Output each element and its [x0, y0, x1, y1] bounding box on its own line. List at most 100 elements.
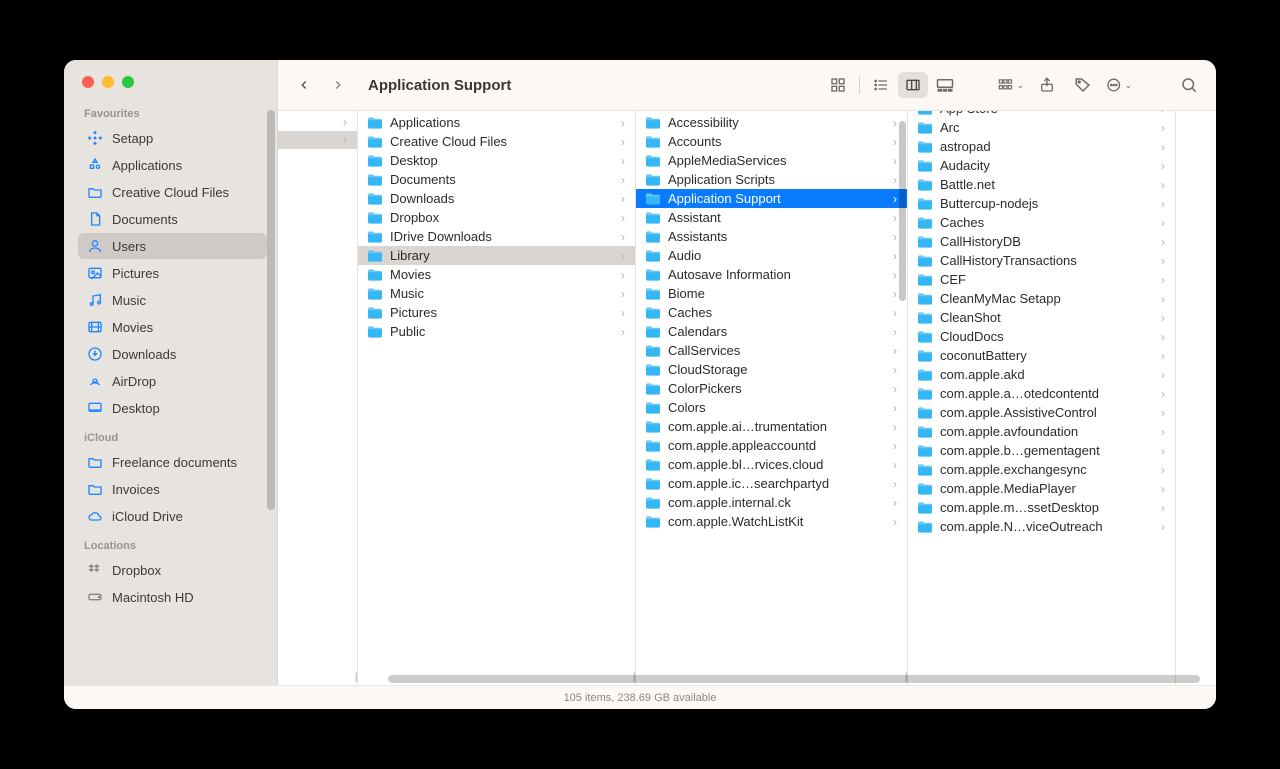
list-item[interactable]: App Store› [908, 111, 1175, 118]
list-item[interactable]: › [278, 113, 357, 131]
list-item[interactable]: coconutBattery› [908, 346, 1175, 365]
list-item[interactable]: com.apple.m…ssetDesktop› [908, 498, 1175, 517]
list-item[interactable]: com.apple.b…gementagent› [908, 441, 1175, 460]
more-button[interactable]: ⌄ [1106, 72, 1132, 98]
sidebar-item[interactable]: Macintosh HD [78, 584, 267, 610]
list-item[interactable]: CEF› [908, 270, 1175, 289]
list-item[interactable]: CloudStorage› [636, 360, 907, 379]
sidebar-item[interactable]: Pictures [78, 260, 267, 286]
list-item[interactable]: IDrive Downloads› [358, 227, 635, 246]
list-item[interactable]: com.apple.internal.ck› [636, 493, 907, 512]
sidebar-item[interactable]: AirDrop [78, 368, 267, 394]
list-item[interactable]: CloudDocs› [908, 327, 1175, 346]
list-item[interactable]: Battle.net› [908, 175, 1175, 194]
list-item[interactable]: Desktop› [358, 151, 635, 170]
list-item[interactable]: CleanShot› [908, 308, 1175, 327]
list-item[interactable]: AppleMediaServices› [636, 151, 907, 170]
list-item[interactable]: com.apple.WatchListKit› [636, 512, 907, 531]
search-button[interactable] [1176, 72, 1202, 98]
view-icons[interactable] [823, 72, 853, 98]
list-item[interactable]: com.apple.AssistiveControl› [908, 403, 1175, 422]
view-columns[interactable] [898, 72, 928, 98]
column-2[interactable]: Accessibility›Accounts›AppleMediaService… [636, 111, 908, 685]
back-button[interactable] [292, 73, 316, 97]
sidebar-item[interactable]: Music [78, 287, 267, 313]
list-item[interactable]: Biome› [636, 284, 907, 303]
sidebar-item[interactable]: iCloud Drive [78, 503, 267, 529]
sidebar-item[interactable]: Downloads [78, 341, 267, 367]
list-item[interactable]: com.apple.bl…rvices.cloud› [636, 455, 907, 474]
finder-window: FavouritesSetappApplicationsCreative Clo… [64, 60, 1216, 709]
sidebar-item[interactable]: Dropbox [78, 557, 267, 583]
list-item[interactable]: Assistants› [636, 227, 907, 246]
list-item[interactable]: Documents› [358, 170, 635, 189]
list-item[interactable]: Applications› [358, 113, 635, 132]
column-3[interactable]: App Store›Arc›astropad›Audacity›Battle.n… [908, 111, 1176, 685]
list-item[interactable]: Caches› [636, 303, 907, 322]
list-item[interactable]: Application Support› [636, 189, 907, 208]
column-resize-handle[interactable]: || [355, 672, 356, 683]
list-item[interactable]: com.apple.ic…searchpartyd› [636, 474, 907, 493]
list-item[interactable]: Pictures› [358, 303, 635, 322]
column-1[interactable]: Applications›Creative Cloud Files›Deskto… [358, 111, 636, 685]
sidebar-item[interactable]: Movies [78, 314, 267, 340]
list-item[interactable]: Dropbox› [358, 208, 635, 227]
sidebar-item[interactable]: Applications [78, 152, 267, 178]
list-item[interactable]: › [278, 131, 357, 149]
sidebar-item[interactable]: Users [78, 233, 267, 259]
sidebar-item[interactable]: Setapp [78, 125, 267, 151]
view-gallery[interactable] [930, 72, 960, 98]
list-item[interactable]: Caches› [908, 213, 1175, 232]
list-item[interactable]: CallHistoryDB› [908, 232, 1175, 251]
list-item[interactable]: Arc› [908, 118, 1175, 137]
list-item[interactable]: Accounts› [636, 132, 907, 151]
list-item[interactable]: Public› [358, 322, 635, 341]
list-item[interactable]: Library› [358, 246, 635, 265]
list-item[interactable]: Audio› [636, 246, 907, 265]
list-item[interactable]: Downloads› [358, 189, 635, 208]
chevron-right-icon: › [1161, 482, 1165, 496]
group-button[interactable]: ⌄ [998, 72, 1024, 98]
list-item[interactable]: Colors› [636, 398, 907, 417]
list-item[interactable]: CallHistoryTransactions› [908, 251, 1175, 270]
sidebar-item[interactable]: Freelance documents [78, 449, 267, 475]
zoom-button[interactable] [122, 76, 134, 88]
list-item[interactable]: CleanMyMac Setapp› [908, 289, 1175, 308]
sidebar-scrollbar[interactable] [267, 110, 275, 510]
list-item[interactable]: com.apple.appleaccountd› [636, 436, 907, 455]
close-button[interactable] [82, 76, 94, 88]
list-item[interactable]: com.apple.MediaPlayer› [908, 479, 1175, 498]
share-button[interactable] [1034, 72, 1060, 98]
horizontal-scrollbar[interactable] [388, 675, 1200, 683]
tags-button[interactable] [1070, 72, 1096, 98]
sidebar-item[interactable]: Creative Cloud Files [78, 179, 267, 205]
sidebar-item[interactable]: Desktop [78, 395, 267, 421]
chevron-right-icon: › [893, 268, 897, 282]
list-item[interactable]: com.apple.a…otedcontentd› [908, 384, 1175, 403]
list-item[interactable]: com.apple.avfoundation› [908, 422, 1175, 441]
list-item[interactable]: Music› [358, 284, 635, 303]
list-item[interactable]: com.apple.N…viceOutreach› [908, 517, 1175, 536]
list-item[interactable]: com.apple.akd› [908, 365, 1175, 384]
list-item[interactable]: Autosave Information› [636, 265, 907, 284]
list-item[interactable]: Application Scripts› [636, 170, 907, 189]
forward-button[interactable] [326, 73, 350, 97]
minimize-button[interactable] [102, 76, 114, 88]
column-0[interactable]: ›› || [278, 111, 358, 685]
list-item[interactable]: Calendars› [636, 322, 907, 341]
list-item[interactable]: Movies› [358, 265, 635, 284]
list-item[interactable]: CallServices› [636, 341, 907, 360]
list-item[interactable]: com.apple.exchangesync› [908, 460, 1175, 479]
list-item[interactable]: com.apple.ai…trumentation› [636, 417, 907, 436]
list-item[interactable]: Assistant› [636, 208, 907, 227]
view-list[interactable] [866, 72, 896, 98]
sidebar-item[interactable]: Documents [78, 206, 267, 232]
list-item[interactable]: Accessibility› [636, 113, 907, 132]
list-item[interactable]: Creative Cloud Files› [358, 132, 635, 151]
list-item[interactable]: ColorPickers› [636, 379, 907, 398]
list-item[interactable]: Buttercup-nodejs› [908, 194, 1175, 213]
sidebar-item[interactable]: Invoices [78, 476, 267, 502]
list-item[interactable]: Audacity› [908, 156, 1175, 175]
list-item[interactable]: astropad› [908, 137, 1175, 156]
column-scrollbar[interactable] [899, 121, 906, 301]
